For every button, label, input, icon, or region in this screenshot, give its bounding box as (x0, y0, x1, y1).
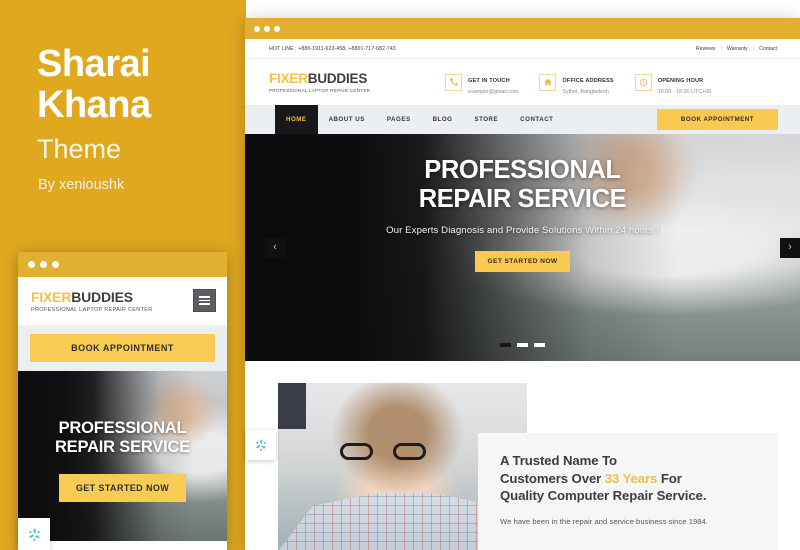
about-heading: A Trusted Name To Customers Over 33 Year… (500, 452, 756, 505)
about-photo-backdrop (278, 383, 306, 429)
screenshot-root: Sharai Khana Theme By xenioushk HOT LINE… (0, 0, 800, 550)
promo-subtitle: Theme (37, 134, 122, 164)
header-info-opening-hour: OPENING HOUR 10.00 - 18.00 UTC+06 (634, 69, 712, 96)
hero-next-arrow-icon[interactable]: › (780, 237, 800, 258)
phone-icon (445, 73, 462, 91)
window-dot-maximize-icon[interactable] (274, 25, 280, 32)
mobile-hero-headline-line2: REPAIR SERVICE (54, 438, 191, 457)
header-info-group: GET IN TOUCH example@gmail.com OFFICE AD… (445, 69, 778, 96)
about-heading-line1: A Trusted Name To (500, 453, 618, 468)
mobile-window-chrome (18, 252, 227, 277)
window-dot-close-icon[interactable] (28, 261, 35, 268)
logo-wordmark: FIXERBUDDIES (269, 71, 445, 86)
mobile-appointment-bar: BOOK APPOINTMENT (18, 325, 227, 371)
hero-slide-indicators (245, 343, 800, 347)
nav-item-home[interactable]: HOME (275, 105, 318, 134)
promo-title-line2: Khana (37, 83, 151, 126)
nav-item-store[interactable]: STORE (463, 105, 509, 134)
logo-secondary-text: BUDDIES (307, 71, 368, 86)
mobile-header: FIXERBUDDIES PROFESSIONAL LAPTOP REPAIR … (18, 277, 227, 325)
nav-item-about-us[interactable]: ABOUT US (318, 105, 376, 134)
topbar-separator-1: | (720, 45, 722, 52)
mobile-browser-mockup: FIXERBUDDIES PROFESSIONAL LAPTOP REPAIR … (18, 252, 227, 550)
promo-title-line1: Sharai (37, 43, 151, 85)
header-info-value: Sylhet, Bangladesh (562, 89, 609, 96)
window-dot-minimize-icon[interactable] (264, 25, 270, 32)
logo-primary-text: FIXER (269, 71, 308, 86)
hero-headline-line1: PROFESSIONAL (424, 156, 621, 184)
header-info-texts: OPENING HOUR 10.00 - 18.00 UTC+06 (658, 69, 712, 96)
header-info-texts: OFFICE ADDRESS Sylhet, Bangladesh (562, 69, 613, 96)
mobile-hero-cta-button[interactable]: GET STARTED NOW (58, 473, 187, 502)
book-appointment-button[interactable]: BOOK APPOINTMENT (656, 109, 778, 130)
logo-wordmark: FIXERBUDDIES (31, 289, 153, 305)
main-navigation: HOME ABOUT US PAGES BLOG STORE CONTACT B… (245, 105, 800, 134)
hamburger-icon-glyph (199, 295, 210, 307)
header-info-title: OPENING HOUR (657, 77, 704, 84)
mobile-site-logo[interactable]: FIXERBUDDIES PROFESSIONAL LAPTOP REPAIR … (31, 289, 153, 313)
topbar-links: Reviews | Warranty | Contact (696, 46, 777, 52)
header-info-title: GET IN TOUCH (468, 77, 510, 84)
header-info-value: example@gmail.com (468, 89, 519, 96)
hero-subtext: Our Experts Diagnosis and Provide Soluti… (386, 224, 659, 236)
hero-prev-arrow-icon[interactable]: ‹ (265, 237, 285, 258)
recycle-icon[interactable] (18, 518, 50, 550)
hero-slide-dot-2[interactable] (517, 343, 528, 347)
about-section: A Trusted Name To Customers Over 33 Year… (245, 361, 800, 550)
site-topbar: HOT LINE : +880-1911-623-458, +8801-717-… (245, 39, 800, 59)
header-info-get-in-touch: GET IN TOUCH example@gmail.com (445, 69, 518, 96)
promo-title: Sharai Khana (37, 44, 247, 125)
recycle-icon-glyph (28, 527, 40, 541)
mobile-hero-headline-line1: PROFESSIONAL (58, 419, 187, 437)
hamburger-icon[interactable] (193, 289, 216, 312)
nav-item-blog[interactable]: BLOG (422, 105, 464, 134)
hero-slider: PROFESSIONAL REPAIR SERVICE Our Experts … (245, 134, 800, 361)
topbar-link-reviews[interactable]: Reviews (696, 46, 716, 52)
desktop-window-chrome (245, 18, 800, 39)
recycle-icon[interactable] (246, 430, 276, 460)
site-header: FIXERBUDDIES PROFESSIONAL LAPTOP REPAIR … (245, 59, 800, 105)
hero-slide-dot-3[interactable] (534, 343, 545, 347)
mobile-hero: PROFESSIONAL REPAIR SERVICE GET STARTED … (18, 371, 227, 541)
about-heading-highlight: 33 Years (604, 470, 658, 486)
window-dot-maximize-icon[interactable] (52, 261, 59, 268)
about-paragraph: We have been in the repair and service b… (500, 516, 708, 526)
recycle-icon-glyph (255, 438, 267, 451)
topbar-link-contact[interactable]: Contact (759, 46, 777, 52)
about-heading-line2-pre: Customers Over (500, 470, 605, 486)
about-photo-glasses (340, 443, 426, 460)
hotline-text: HOT LINE : +880-1911-623-458, +8801-717-… (269, 45, 396, 52)
hero-headline-line2: REPAIR SERVICE (418, 184, 627, 213)
nav-item-pages[interactable]: PAGES (376, 105, 422, 134)
header-info-office-address: OFFICE ADDRESS Sylhet, Bangladesh (539, 69, 614, 96)
window-dot-close-icon[interactable] (254, 25, 260, 32)
mobile-hero-content: PROFESSIONAL REPAIR SERVICE GET STARTED … (18, 371, 227, 502)
mobile-hero-headline: PROFESSIONAL REPAIR SERVICE (18, 419, 227, 458)
desktop-browser-mockup: HOT LINE : +880-1911-623-458, +8801-717-… (245, 18, 800, 550)
hero-content: PROFESSIONAL REPAIR SERVICE Our Experts … (245, 134, 800, 272)
about-heading-line3: Quality Computer Repair Service. (500, 488, 707, 504)
site-logo[interactable]: FIXERBUDDIES PROFESSIONAL LAPTOP REPAIR … (269, 71, 445, 93)
promo-author: By xenioushk (38, 177, 125, 193)
header-info-title: OFFICE ADDRESS (562, 77, 614, 84)
hero-cta-button[interactable]: GET STARTED NOW (474, 250, 571, 272)
topbar-separator-2: | (752, 45, 755, 52)
mobile-book-appointment-button[interactable]: BOOK APPOINTMENT (30, 334, 215, 362)
home-icon (539, 73, 557, 91)
topbar-link-warranty[interactable]: Warranty (727, 46, 748, 52)
logo-tagline: PROFESSIONAL LAPTOP REPAIR CENTER (31, 307, 153, 313)
logo-primary-text: FIXER (31, 289, 72, 305)
about-heading-line2: Customers Over 33 Years For (500, 470, 756, 488)
header-info-value: 10.00 - 18.00 UTC+06 (657, 89, 712, 96)
about-text-card: A Trusted Name To Customers Over 33 Year… (478, 433, 778, 550)
clock-icon (634, 73, 652, 91)
header-info-texts: GET IN TOUCH example@gmail.com (468, 69, 518, 96)
hero-headline: PROFESSIONAL REPAIR SERVICE (245, 156, 800, 214)
window-dot-minimize-icon[interactable] (40, 261, 47, 268)
logo-secondary-text: BUDDIES (71, 289, 133, 305)
about-heading-line2-post: For (657, 470, 682, 486)
logo-tagline: PROFESSIONAL LAPTOP REPAIR CENTER (269, 88, 371, 93)
nav-item-contact[interactable]: CONTACT (509, 105, 564, 134)
hero-slide-dot-1[interactable] (500, 343, 511, 347)
